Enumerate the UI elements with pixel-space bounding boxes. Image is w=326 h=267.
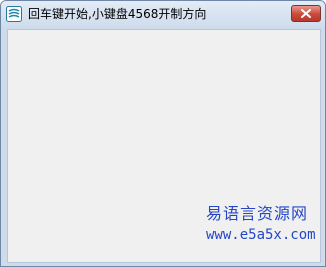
app-window: 回车键开始,小键盘4568开制方向 易语言资源网 www.e5a5x.com <box>0 0 326 267</box>
window-title: 回车键开始,小键盘4568开制方向 <box>28 7 207 21</box>
watermark-text: 易语言资源网 <box>206 204 309 223</box>
close-icon <box>301 9 311 18</box>
watermark-url: www.e5a5x.com <box>206 227 316 243</box>
title-bar[interactable]: 回车键开始,小键盘4568开制方向 <box>1 1 325 29</box>
app-icon <box>6 6 22 22</box>
close-button[interactable] <box>291 5 321 22</box>
